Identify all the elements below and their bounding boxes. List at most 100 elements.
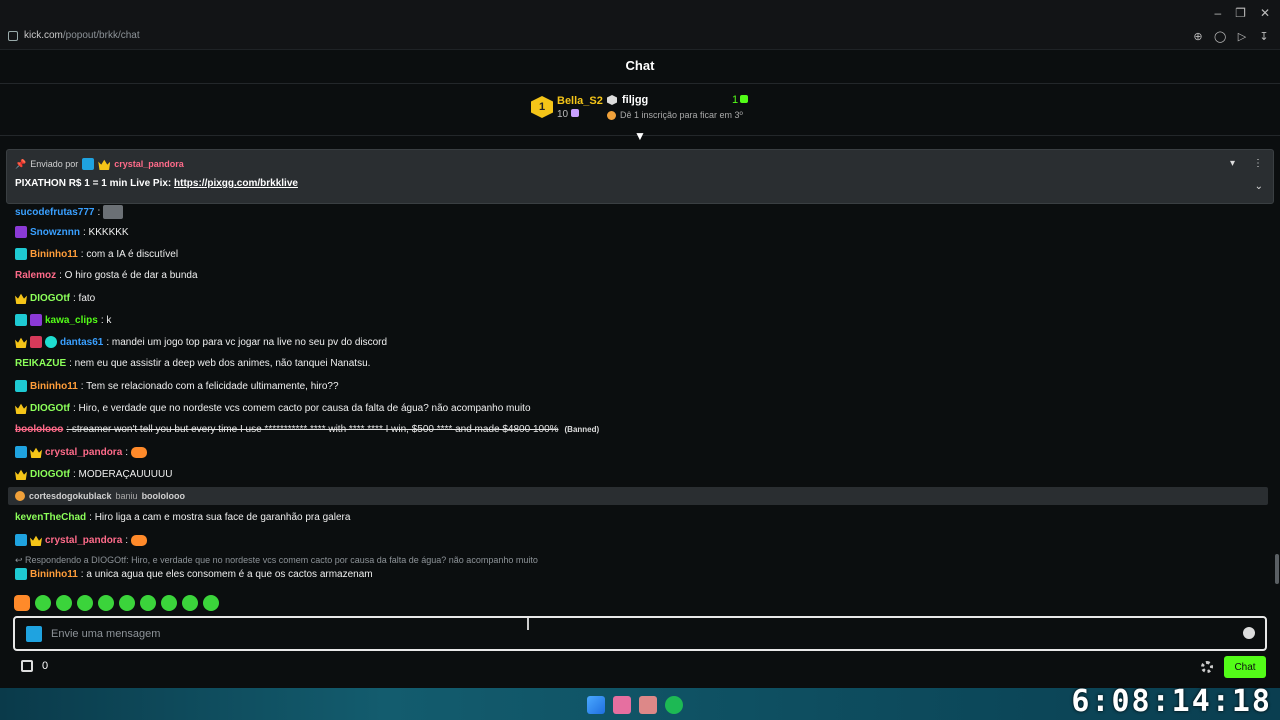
pinned-link[interactable]: https://pixgg.com/brkklive [174, 178, 298, 189]
reply-icon: ↩ [15, 555, 26, 565]
stream-timer: 6:08:14:18 [1071, 684, 1272, 719]
message-user[interactable]: DIOGOtf [30, 293, 70, 304]
message-text: : KKKKKK [83, 226, 129, 238]
message-user[interactable]: Snowznnn [30, 227, 80, 238]
message-user[interactable]: kawa_clips [45, 315, 98, 326]
emote-icon[interactable] [119, 595, 135, 611]
leader-note-text: Dê 1 inscrição para ficar em 3º [620, 110, 743, 120]
minimize-icon[interactable]: – [1214, 6, 1221, 20]
url-path: /popout/brkk/chat [62, 30, 140, 41]
gear-icon[interactable] [1201, 661, 1213, 673]
list-item: crystal_pandora: [15, 534, 148, 546]
list-item: boolo​looo: streamer won't tell you but … [15, 424, 599, 435]
message-text: : Tem se relacionado com a felicidade ul… [80, 380, 339, 392]
message-input[interactable] [51, 624, 1201, 644]
crown-icon [15, 469, 27, 480]
restore-icon[interactable]: ❐ [1235, 6, 1246, 20]
badge-icon [15, 314, 27, 326]
message-text: : Hiro liga a cam e mostra sua face de g… [89, 512, 351, 523]
leader-first-count-value: 10 [557, 109, 569, 120]
download-icon[interactable]: ↧ [1258, 31, 1270, 43]
crown-icon [98, 159, 111, 170]
pin-icon: 📌 [15, 158, 27, 169]
emoji-icon[interactable] [1243, 627, 1255, 639]
shield-icon[interactable]: ◯ [1214, 31, 1226, 43]
message-user[interactable]: crystal_pandora [45, 535, 122, 546]
emote-icon[interactable] [182, 595, 198, 611]
emote-icon[interactable] [161, 595, 177, 611]
ban-target[interactable]: boolo​looo [142, 491, 185, 501]
chat-send-button[interactable]: Chat [1224, 656, 1266, 678]
ban-action: baniu [115, 491, 138, 501]
list-item: DIOGOtf: fato [15, 292, 95, 304]
emote-icon[interactable] [98, 595, 114, 611]
leader-first-name[interactable]: Bella_S2 [557, 95, 603, 107]
message-user[interactable]: REIKAZUE [15, 358, 66, 369]
scrollbar[interactable] [1275, 554, 1279, 584]
message-user[interactable]: Bininho11 [30, 381, 78, 392]
discord-icon[interactable] [613, 696, 631, 714]
message-user[interactable]: dantas61 [60, 337, 103, 348]
crown-icon [30, 447, 42, 458]
leader-second-count-value: 1 [732, 94, 739, 106]
pinned-user[interactable]: crystal_pandora [114, 159, 184, 169]
badge-icon [15, 446, 27, 458]
send-icon[interactable]: ▷ [1236, 31, 1248, 43]
expand-pinned-icon[interactable]: ⌄ [1255, 181, 1263, 192]
banned-tag: (Banned) [564, 425, 600, 434]
reply-context-text: Respondendo a DIOGOtf: Hiro, e verdade q… [25, 555, 538, 565]
message-text: : MODERAÇAUUUUU [73, 468, 173, 480]
message-user[interactable]: Bininho11 [30, 569, 78, 580]
address-bar[interactable]: kick.com/popout/brkk/chat [8, 30, 140, 41]
message-user[interactable]: crystal_pandora [45, 447, 122, 458]
message-input-box [13, 616, 1267, 651]
list-item: Bininho11: a unica agua que eles consome… [15, 568, 373, 580]
ban-notice: cortesdogokublack baniu boolo​looo [8, 487, 1268, 505]
message-user[interactable]: DIOGOtf [30, 403, 70, 414]
rank-two-icon [607, 95, 617, 105]
leader-second-count: 1 [732, 94, 749, 106]
message-user[interactable]: DIOGOtf [30, 469, 70, 480]
emote-icon[interactable] [35, 595, 51, 611]
message-text: : streamer won't tell you but every time… [66, 424, 559, 435]
coin-icon [607, 111, 616, 121]
list-item: Ralemoz: O hiro gosta é de dar a bunda [15, 270, 198, 281]
collapse-leaderboard-icon[interactable]: ▼ [633, 130, 647, 142]
close-icon[interactable]: ✕ [1260, 6, 1270, 20]
message-user[interactable]: Ralemoz [15, 270, 56, 281]
opera-icon[interactable] [639, 696, 657, 714]
more-options-icon[interactable]: ⋮ [1253, 158, 1263, 169]
pin-toggle-icon[interactable]: ▾ [1230, 158, 1235, 169]
message-user[interactable]: kevenTheChad [15, 512, 86, 523]
emote-icon[interactable] [56, 595, 72, 611]
gift-icon [571, 109, 580, 117]
browser-tools: ⊕ ◯ ▷ ↧ [1192, 31, 1270, 43]
list-item: REIKAZUE: nem eu que assistir a deep web… [15, 358, 370, 369]
chat-messages: sucodefrutas777: Snowznnn: KKKKKK Bininh… [0, 204, 1268, 588]
list-item: crystal_pandora: [15, 446, 148, 458]
windows-icon[interactable] [587, 696, 605, 714]
message-user[interactable]: boolo​looo [15, 424, 63, 435]
list-item: dantas61: mandei um jogo top para vc jog… [15, 336, 387, 348]
emote-icon[interactable] [203, 595, 219, 611]
badge-icon [30, 336, 42, 348]
spotify-icon[interactable] [665, 696, 683, 714]
zoom-icon[interactable]: ⊕ [1192, 31, 1204, 43]
emote-icon[interactable] [14, 595, 30, 611]
pinned-text-body: PIXATHON R$ 1 = 1 min Live Pix: [15, 178, 175, 189]
list-item: Snowznnn: KKKKKK [15, 226, 129, 238]
message-user[interactable]: sucodefrutas777 [15, 207, 94, 218]
ban-moderator[interactable]: cortesdogokublack [29, 491, 112, 501]
emote-icon[interactable] [77, 595, 93, 611]
gift-icon [740, 95, 749, 103]
emote-icon[interactable] [140, 595, 156, 611]
url-host: kick.com [24, 30, 63, 41]
message-text: : k [100, 314, 112, 326]
message-user[interactable]: Bininho11 [30, 249, 78, 260]
badge-icon [30, 314, 42, 326]
leader-second-name[interactable]: filjgg [622, 94, 648, 106]
message-text: : a unica agua que eles consomem é a que… [80, 568, 373, 580]
lock-icon [8, 30, 18, 41]
points-display[interactable]: 0 [21, 660, 48, 672]
reply-context[interactable]: ↩ Respondendo a DIOGOtf: Hiro, e verdade… [15, 555, 538, 566]
